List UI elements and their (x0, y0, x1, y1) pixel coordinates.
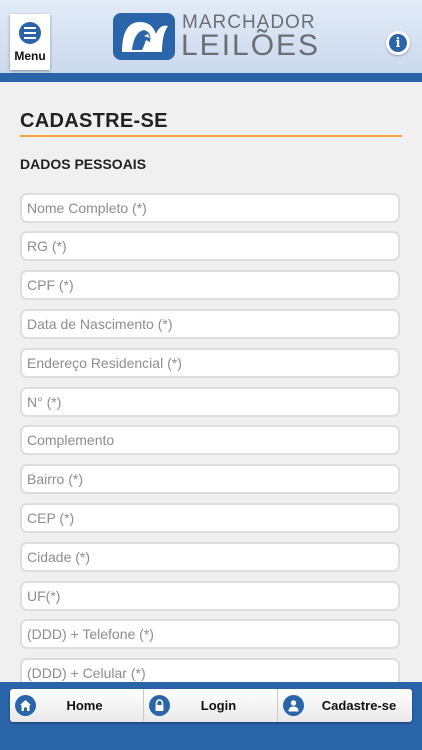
complement-input[interactable] (20, 425, 400, 455)
tab-signup[interactable]: Cadastre-se (278, 689, 412, 722)
horse-logo-icon (113, 13, 175, 60)
section-title: DADOS PESSOAIS (20, 156, 147, 172)
cpf-input[interactable] (20, 270, 400, 300)
address-input[interactable] (20, 348, 400, 378)
tab-login[interactable]: Login (144, 689, 278, 722)
menu-button[interactable]: Menu (10, 14, 50, 70)
marchador-leiloes-logo: MARCHADOR LEILÕES (112, 12, 318, 62)
info-icon: i (389, 34, 407, 52)
tab-login-label: Login (200, 698, 237, 713)
hamburger-icon (19, 22, 41, 44)
bottom-nav: Home Login Cadastre-se (0, 682, 422, 750)
rg-input[interactable] (20, 231, 400, 261)
city-input[interactable] (20, 542, 400, 572)
info-button[interactable]: i (386, 31, 410, 55)
logo-text-leiloes: LEILÕES (181, 29, 321, 62)
cep-input[interactable] (20, 503, 400, 533)
tab-home-label: Home (66, 698, 103, 713)
phone-input[interactable] (20, 619, 400, 649)
app-header: Menu MARCHADOR LEILÕES i (0, 0, 422, 82)
number-input[interactable] (20, 387, 400, 417)
page-title: CADASTRE-SE (20, 110, 168, 132)
menu-label: Menu (14, 49, 46, 63)
tab-home[interactable]: Home (10, 689, 144, 722)
title-divider (20, 135, 402, 137)
state-input[interactable] (20, 581, 400, 611)
tab-signup-label: Cadastre-se (321, 698, 397, 713)
birth-date-input[interactable] (20, 309, 400, 339)
tab-bar: Home Login Cadastre-se (10, 689, 412, 722)
full-name-input[interactable] (20, 193, 400, 223)
neighborhood-input[interactable] (20, 464, 400, 494)
